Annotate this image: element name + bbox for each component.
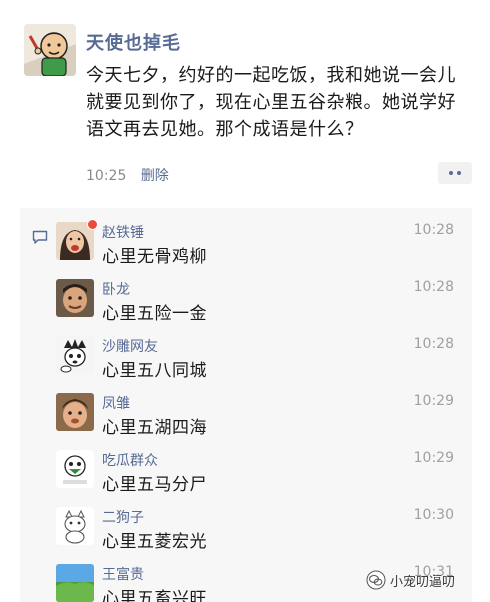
- watermark: 小宠叨逼叨: [366, 570, 455, 590]
- comment-item[interactable]: 赵铁锤 心里无骨鸡柳 10:28: [56, 219, 460, 278]
- comment-avatar[interactable]: [56, 336, 94, 374]
- comment-text: 心里五湖四海: [102, 418, 207, 438]
- comment-avatar[interactable]: [56, 507, 94, 545]
- comment-item[interactable]: 卧龙 心里五险一金 10:28: [56, 277, 460, 335]
- more-dot: [457, 171, 461, 175]
- comment-avatar[interactable]: [56, 450, 94, 488]
- comment-avatar[interactable]: [56, 393, 94, 431]
- wechat-official-account-icon: [366, 570, 386, 590]
- post-author-avatar[interactable]: [24, 24, 76, 76]
- post-meta: 10:25 删除: [86, 165, 169, 185]
- moments-post-page: 天使也掉毛 今天七夕，约好的一起吃饭，我和她说一会儿就要见到你了，现在心里五谷杂…: [0, 0, 490, 602]
- delete-link[interactable]: 删除: [141, 168, 169, 184]
- post-author-name[interactable]: 天使也掉毛: [86, 29, 181, 55]
- comment-item[interactable]: 吃瓜群众 心里五马分尸 10:29: [56, 448, 460, 506]
- comments-panel: 赵铁锤 心里无骨鸡柳 10:28 卧龙 心里五险一金 10:28 沙雕网友 心里…: [20, 208, 472, 602]
- new-badge: [87, 219, 98, 230]
- comment-time: 10:29: [413, 393, 454, 409]
- comment-text: 心里五菱宏光: [102, 532, 207, 552]
- comment-time: 10:28: [413, 279, 454, 295]
- comment-author[interactable]: 卧龙: [102, 279, 130, 299]
- comment-item[interactable]: 沙雕网友 心里五八同城 10:28: [56, 334, 460, 392]
- comment-author[interactable]: 凤雏: [102, 393, 130, 413]
- post-text: 今天七夕，约好的一起吃饭，我和她说一会儿就要见到你了，现在心里五谷杂粮。她说学好…: [86, 65, 456, 140]
- comment-author[interactable]: 二狗子: [102, 507, 144, 527]
- comment-item[interactable]: 二狗子 心里五菱宏光 10:30: [56, 505, 460, 563]
- post-time: 10:25: [86, 168, 127, 184]
- comment-bubble-icon: [32, 230, 48, 244]
- comment-time: 10:28: [413, 222, 454, 238]
- comment-time: 10:28: [413, 336, 454, 352]
- comment-text: 心里五马分尸: [102, 475, 207, 495]
- comment-time: 10:29: [413, 450, 454, 466]
- comment-author[interactable]: 吃瓜群众: [102, 450, 158, 470]
- comment-text: 心里五畜兴旺: [102, 589, 207, 602]
- comment-text: 心里五险一金: [102, 304, 207, 324]
- more-button[interactable]: [438, 162, 472, 184]
- comment-author[interactable]: 赵铁锤: [102, 222, 144, 242]
- comment-text: 心里无骨鸡柳: [102, 247, 207, 267]
- comment-text: 心里五八同城: [102, 361, 207, 381]
- watermark-text: 小宠叨逼叨: [390, 574, 456, 590]
- comment-avatar[interactable]: [56, 564, 94, 602]
- comment-time: 10:30: [413, 507, 454, 523]
- comment-author[interactable]: 沙雕网友: [102, 336, 158, 356]
- more-dots-icon: [449, 171, 453, 175]
- comment-item[interactable]: 凤雏 心里五湖四海 10:29: [56, 391, 460, 449]
- comment-author[interactable]: 王富贵: [102, 564, 144, 584]
- comment-avatar[interactable]: [56, 279, 94, 317]
